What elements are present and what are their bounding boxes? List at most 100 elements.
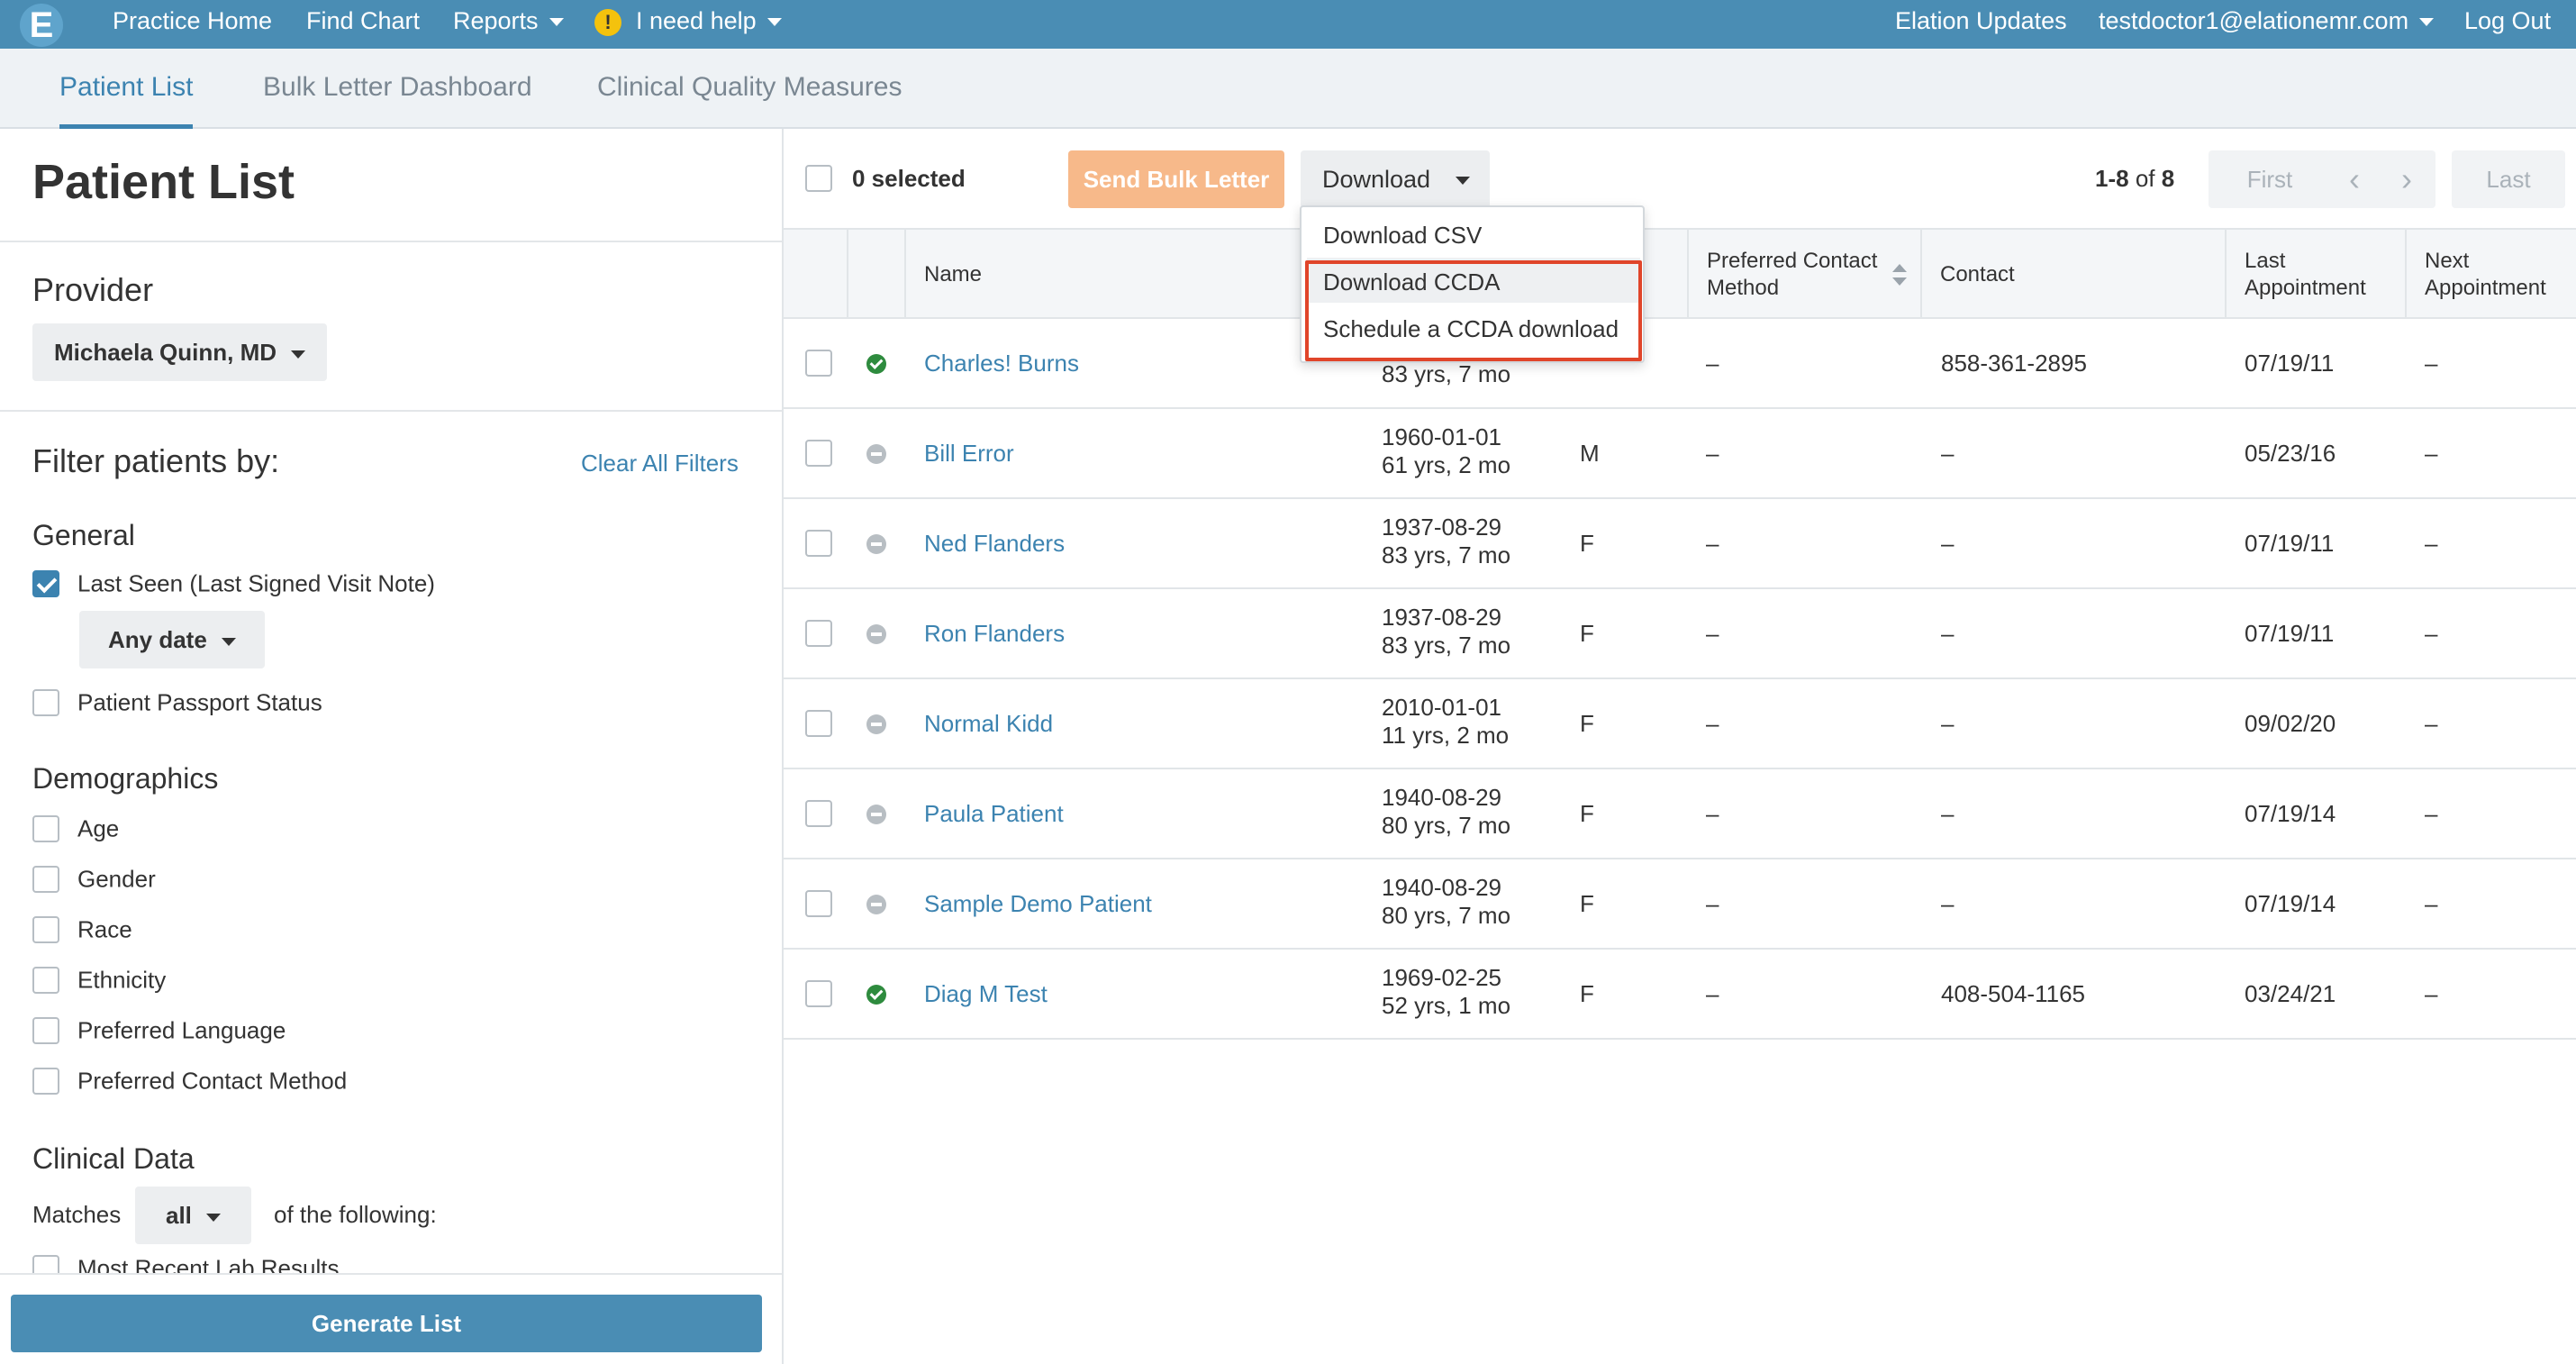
last-seen-label: Last Seen (Last Signed Visit Note) [77,569,435,597]
row-checkbox[interactable] [805,440,832,467]
header-contact-label: Contact [1940,261,2015,286]
matches-select[interactable]: all [135,1187,251,1244]
generate-list-button[interactable]: Generate List [11,1295,762,1352]
first-page-button[interactable]: First [2209,150,2331,208]
patient-sex: F [1580,530,1594,557]
contact-value: – [1941,620,1955,647]
tab-patient-list[interactable]: Patient List [59,49,194,129]
last-appointment-value: 07/19/11 [2245,530,2335,557]
elation-logo[interactable]: E [20,4,63,47]
download-csv-option[interactable]: Download CSV [1323,222,1482,250]
patient-age: 52 yrs, 1 mo [1382,992,1511,1019]
preferred-contact-value: – [1706,980,1719,1007]
patient-name-link[interactable]: Sample Demo Patient [924,890,1152,918]
alert-icon: ! [594,8,621,36]
nav-practice-home[interactable]: Practice Home [113,0,272,41]
download-button[interactable]: Download [1301,150,1490,208]
logout-link[interactable]: Log Out [2464,0,2551,41]
ethnicity-filter[interactable]: Ethnicity [32,965,166,997]
select-all-checkbox[interactable] [805,165,832,192]
row-checkbox[interactable] [805,800,832,827]
header-divider [847,230,848,319]
patient-dob: 1940-08-29 [1382,784,1501,811]
table-row[interactable]: Paula Patient 1940-08-29 80 yrs, 7 mo F … [784,769,2576,859]
gender-filter[interactable]: Gender [32,864,156,896]
patient-passport-checkbox[interactable] [32,689,59,717]
last-seen-filter[interactable]: Last Seen (Last Signed Visit Note) [32,568,435,601]
age-checkbox[interactable] [32,815,59,843]
table-row[interactable]: Ned Flanders 1937-08-29 83 yrs, 7 mo F –… [784,499,2576,589]
age-filter[interactable]: Age [32,814,119,846]
last-page-button[interactable]: Last [2452,150,2565,208]
row-checkbox[interactable] [805,890,832,917]
nav-find-chart[interactable]: Find Chart [306,0,420,41]
tab-bulk-letter-dashboard[interactable]: Bulk Letter Dashboard [263,49,532,129]
send-bulk-letter-button[interactable]: Send Bulk Letter [1068,150,1284,208]
table-row[interactable]: Normal Kidd 2010-01-01 11 yrs, 2 mo F – … [784,679,2576,769]
range-value: 1-8 [2095,165,2129,192]
patient-age: 80 yrs, 7 mo [1382,902,1511,929]
user-account-menu[interactable]: testdoctor1@elationemr.com [2099,0,2435,41]
row-checkbox[interactable] [805,980,832,1007]
header-last-appointment[interactable]: Last Appointment [2225,230,2405,319]
nav-reports[interactable]: Reports [453,0,564,41]
most-recent-lab-results-checkbox[interactable] [32,1255,59,1273]
table-row[interactable]: Ron Flanders 1937-08-29 83 yrs, 7 mo F –… [784,589,2576,679]
prev-page-button[interactable]: ‹ [2328,150,2381,208]
patient-name-link[interactable]: Ned Flanders [924,530,1065,558]
tab-patient-list-label: Patient List [59,72,194,102]
preferred-contact-value: – [1706,890,1719,917]
prev-next-group: ‹ › [2326,150,2435,208]
patient-name-link[interactable]: Normal Kidd [924,710,1053,738]
most-recent-lab-results-label: Most Recent Lab Results [77,1254,340,1273]
last-appointment-value: 07/19/14 [2245,800,2336,827]
row-checkbox[interactable] [805,350,832,377]
table-row[interactable]: Diag M Test 1969-02-25 52 yrs, 1 mo F – … [784,950,2576,1040]
header-next-appointment[interactable]: Next Appointment [2405,230,2576,319]
patient-passport-filter[interactable]: Patient Passport Status [32,687,322,720]
nav-elation-updates[interactable]: Elation Updates [1895,0,2067,41]
patient-name-link[interactable]: Charles! Burns [924,350,1079,377]
most-recent-lab-results-filter[interactable]: Most Recent Lab Results [32,1253,339,1273]
tab-clinical-quality-measures[interactable]: Clinical Quality Measures [597,49,902,129]
header-contact[interactable]: Contact [1920,230,2227,319]
patient-name-link[interactable]: Ron Flanders [924,620,1065,648]
preferred-language-filter[interactable]: Preferred Language [32,1015,286,1048]
gender-checkbox[interactable] [32,866,59,894]
ethnicity-checkbox[interactable] [32,967,59,995]
last-seen-checkbox[interactable] [32,570,59,598]
race-checkbox[interactable] [32,916,59,944]
page-title: Patient List [32,155,295,209]
patient-age: 83 yrs, 7 mo [1382,632,1511,659]
nav-i-need-help[interactable]: ! I need help [594,0,782,41]
next-appointment-value: – [2425,980,2438,1007]
provider-value: Michaela Quinn, MD [54,339,277,366]
row-checkbox[interactable] [805,710,832,737]
preferred-contact-method-checkbox[interactable] [32,1068,59,1096]
provider-select[interactable]: Michaela Quinn, MD [32,323,328,381]
preferred-language-checkbox[interactable] [32,1017,59,1045]
race-filter[interactable]: Race [32,914,132,947]
preferred-contact-method-filter[interactable]: Preferred Contact Method [32,1066,347,1098]
contact-value: 408-504-1165 [1941,980,2085,1007]
nav-help-label: I need help [636,7,757,34]
patient-name-link[interactable]: Paula Patient [924,800,1064,828]
row-checkbox[interactable] [805,620,832,647]
generate-footer: Generate List [0,1273,782,1364]
date-range-select[interactable]: Any date [79,611,265,668]
row-checkbox[interactable] [805,530,832,557]
table-row[interactable]: Charles! Burns 83 yrs, 7 mo – 858-361-28… [784,319,2576,409]
header-preferred-contact[interactable]: Preferred Contact Method [1687,230,1932,319]
patient-name-link[interactable]: Bill Error [924,440,1014,468]
table-row[interactable]: Sample Demo Patient 1940-08-29 80 yrs, 7… [784,859,2576,950]
annotation-highlight-box [1305,260,1642,361]
check-circle-icon [866,985,886,1005]
next-appointment-value: – [2425,620,2438,647]
next-appointment-value: – [2425,800,2438,827]
header-name-label: Name [924,261,983,286]
table-row[interactable]: Bill Error 1960-01-01 61 yrs, 2 mo M – –… [784,409,2576,499]
next-page-button[interactable]: › [2381,150,2433,208]
patient-name-link[interactable]: Diag M Test [924,980,1048,1008]
clear-all-filters-link[interactable]: Clear All Filters [581,450,739,477]
table-header: Name Preferred Contact Method Contact La… [784,228,2576,319]
